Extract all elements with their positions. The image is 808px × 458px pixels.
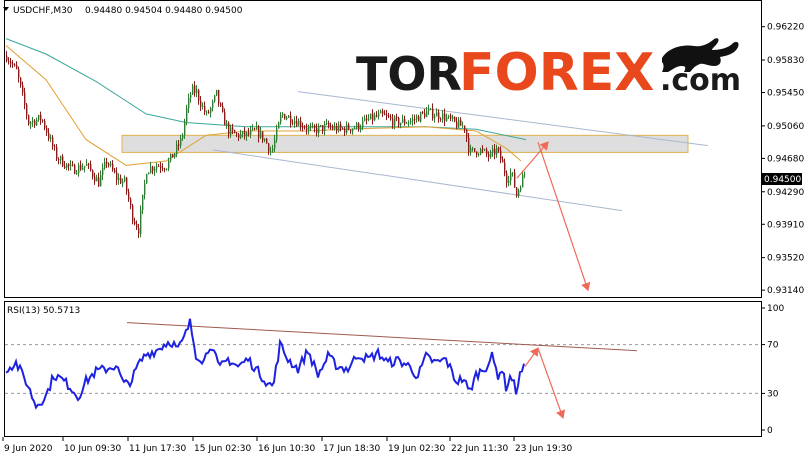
symbol-label: USDCHF,M30 [13,6,73,16]
candle [284,113,286,120]
candle [234,129,236,134]
logo-part-forex: FOREX [459,43,654,103]
chart-window: 0.96220 0.95830 0.95450 0.95060 0.94680 0.942… [2,0,804,454]
rsi-axis: 100 70 30 0 [761,304,784,436]
symbol-header: USDCHF,M30 0.94480 0.94504 0.94480 0.945… [3,6,243,16]
price-tick-label: 0.93520 [767,254,804,264]
logo-part-tor: TOR [356,47,462,101]
candle [132,203,134,225]
price-axis: 0.96220 0.95830 0.95450 0.95060 0.94680 0.942… [761,23,804,296]
time-tick-label: 23 Jun 19:30 [515,444,572,454]
candle [370,113,372,120]
price-tick-label: 0.94290 [767,188,804,198]
time-tick-label: 11 Jun 17:30 [129,444,186,454]
time-tick-label: 16 Jun 10:30 [258,444,315,454]
time-tick-label: 9 Jun 2020 [4,444,53,454]
time-tick-label: 10 Jun 09:30 [64,444,121,454]
candle [146,173,148,184]
price-tick-label: 0.95060 [767,122,804,132]
candle [454,116,456,123]
torforex-logo: TOR FOREX .com [356,38,741,103]
rsi-tick-label: 0 [767,426,773,436]
candle [216,89,218,97]
price-tick-label: 0.95830 [767,56,804,66]
candle [74,163,76,175]
candle [278,121,280,129]
candle [516,186,518,198]
candle [140,205,142,238]
price-tick-label: 0.93910 [767,220,804,230]
rsi-tick-label: 100 [767,304,784,314]
time-tick-label: 19 Jun 02:30 [388,444,445,454]
zone-rect [121,134,689,153]
candle [28,114,30,126]
rsi-tick-label: 30 [767,389,779,399]
candle [420,111,422,123]
price-tick-label: 0.94680 [767,154,804,164]
time-tick-label: 22 Jun 11:30 [451,444,508,454]
time-tick-label: 15 Jun 02:30 [194,444,251,454]
current-price-tag: 0.94500 [762,173,802,185]
rsi-tick-label: 70 [767,341,779,351]
time-axis: 9 Jun 2020 10 Jun 09:30 11 Jun 17:30 15 Jun… [2,437,572,454]
price-tick-label: 0.96220 [767,23,804,33]
price-tick-label: 0.95450 [767,89,804,99]
ohlc-values: 0.94480 0.94504 0.94480 0.94500 [85,6,243,16]
time-tick-label: 17 Jun 18:30 [323,444,380,454]
svg-text:0.94500: 0.94500 [764,175,801,185]
resistance-zone [121,134,689,153]
candle [172,153,174,158]
rsi-title: RSI(13) 50.5713 [7,306,80,316]
price-tick-label: 0.93140 [767,286,804,296]
